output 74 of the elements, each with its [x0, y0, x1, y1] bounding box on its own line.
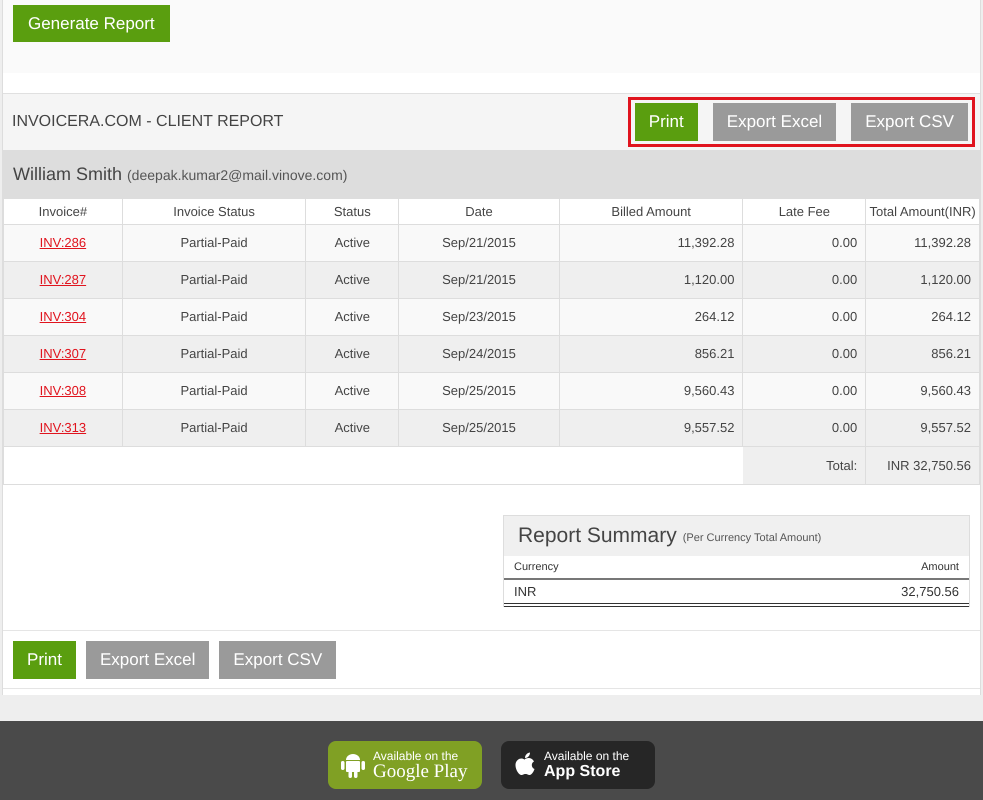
column-header: Total Amount(INR)	[868, 202, 977, 221]
table-cell-text: 1,120.00	[920, 271, 971, 290]
table-cell-text: 0.00	[832, 308, 858, 326]
table-cell-text: 264.12	[694, 308, 734, 326]
column-header: Invoice Status	[122, 199, 306, 224]
table-cell-text: Sep/25/2015	[442, 382, 516, 400]
table-cell-text: 0.00	[832, 345, 858, 364]
table-cell-text: 9,557.52	[684, 419, 734, 438]
table-cell-text: Sep/21/2015	[442, 234, 516, 252]
badge-store-name: App Store	[544, 764, 622, 780]
table-cell-text: Sep/25/2015	[442, 419, 516, 438]
table-cell-text: Active	[334, 308, 370, 326]
invoice-link[interactable]: INV:307	[40, 344, 86, 364]
table-cell-text: Partial-Paid	[180, 419, 248, 438]
table-cell-text: Sep/23/2015	[442, 308, 516, 326]
summary-title: Report Summary	[518, 523, 677, 550]
table-cell-text: Active	[334, 271, 370, 290]
invoice-link[interactable]: INV:287	[40, 270, 86, 290]
table-cell-text: 264.12	[931, 308, 971, 326]
table-cell-text: Partial-Paid	[180, 382, 248, 400]
column-header: Billed Amount	[560, 199, 744, 224]
table-cell-text: Partial-Paid	[180, 271, 248, 290]
app-store-badge[interactable]: Available on the App Store	[501, 741, 655, 789]
table-cell-text: Active	[334, 234, 370, 252]
export-button[interactable]: Export Excel	[712, 103, 836, 141]
badge-store-name: Google Play	[373, 762, 468, 780]
table-cell-text: 0.00	[832, 234, 858, 252]
column-header: Invoice#	[4, 199, 123, 224]
table-cell-text: Partial-Paid	[180, 308, 248, 326]
table-cell-text: Partial-Paid	[180, 234, 248, 252]
column-header: Date	[399, 199, 560, 224]
total-label: Total:	[826, 456, 858, 475]
summary-subtitle: (Per Currency Total Amount)	[682, 530, 822, 546]
table-cell-text: Active	[334, 419, 370, 438]
table-cell-text: 9,557.52	[920, 419, 971, 438]
table-cell-text: 1,120.00	[684, 271, 734, 290]
table-cell-text: 856.21	[931, 345, 971, 364]
client-name: William Smith	[13, 162, 122, 186]
table-cell-text: 0.00	[832, 382, 858, 400]
table-cell-text: Sep/21/2015	[442, 271, 516, 290]
export-button[interactable]: Export CSV	[219, 641, 336, 679]
summary-cell-text: 32,750.56	[901, 582, 959, 601]
report-title: INVOICERA.COM - CLIENT REPORT	[12, 112, 284, 132]
table-cell-text: 11,392.28	[678, 234, 734, 252]
invoice-link[interactable]: INV:308	[40, 381, 86, 401]
column-header: Late Fee	[743, 199, 866, 224]
badge-caption: Available on the	[544, 750, 630, 762]
export-button[interactable]: Export Excel	[86, 641, 210, 679]
summary-cell-text: INR	[514, 582, 536, 601]
table-cell-text: 0.00	[832, 271, 858, 290]
invoice-link[interactable]: INV:304	[40, 307, 86, 327]
google-play-badge[interactable]: Available on the Google Play	[328, 741, 482, 789]
badge-caption: Available on the	[373, 750, 460, 762]
generate-report-button[interactable]: Generate Report	[13, 5, 170, 42]
table-cell-text: Active	[334, 345, 370, 364]
column-header: Status	[306, 199, 400, 224]
table-cell-text: Sep/24/2015	[442, 345, 516, 364]
table-cell-text: 9,560.43	[920, 382, 971, 400]
table-cell-text: Partial-Paid	[180, 345, 248, 364]
table-cell-text: 0.00	[832, 419, 858, 438]
table-cell-text: 9,560.43	[684, 382, 734, 400]
print-button[interactable]: Print	[634, 103, 698, 141]
android-icon	[340, 751, 366, 779]
invoice-link[interactable]: INV:286	[40, 233, 86, 253]
total-value: INR 32,750.56	[887, 456, 971, 475]
table-cell-text: Active	[334, 382, 370, 400]
invoice-link[interactable]: INV:313	[40, 418, 86, 438]
print-button[interactable]: Print	[13, 641, 76, 679]
summary-header: Amount	[921, 560, 959, 575]
export-button[interactable]: Export CSV	[851, 103, 968, 141]
table-cell-text: 856.21	[694, 345, 734, 364]
summary-header: Currency	[514, 560, 559, 575]
table-cell-text: 11,392.28	[914, 234, 971, 252]
client-email: (deepak.kumar2@mail.vinove.com)	[127, 166, 348, 185]
